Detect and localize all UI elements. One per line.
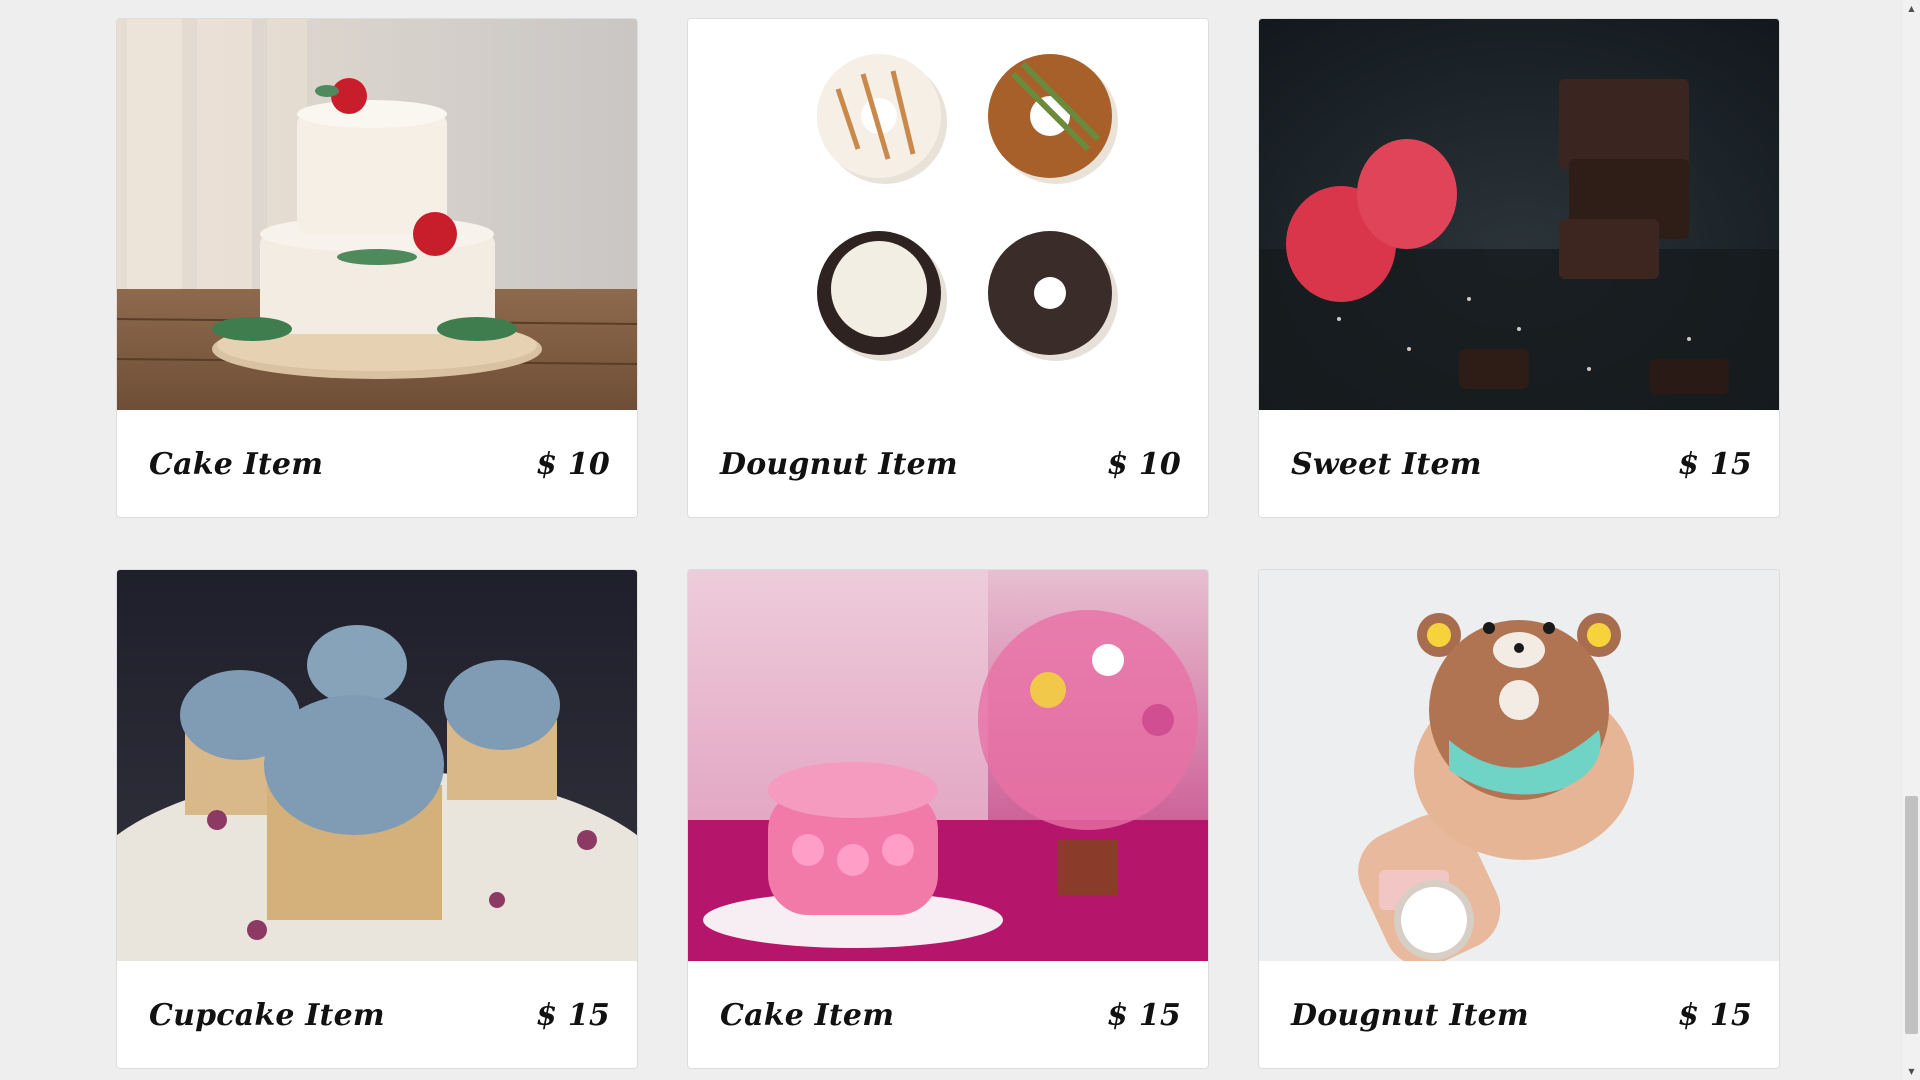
product-price: $ 15 (1107, 997, 1181, 1033)
blue-cupcakes-photo[interactable] (117, 570, 637, 961)
product-card[interactable]: Cake Item $ 10 (116, 18, 638, 518)
tiered-cake-photo[interactable] (117, 19, 637, 410)
product-name: Dougnut Item (720, 446, 958, 482)
product-name: Cake Item (720, 997, 895, 1033)
chocolate-raspberry-photo[interactable] (1259, 19, 1779, 410)
product-caption: Dougnut Item $ 10 (688, 410, 1208, 517)
product-name: Cake Item (149, 446, 324, 482)
product-name: Cupcake Item (149, 997, 385, 1033)
product-price: $ 10 (1107, 446, 1181, 482)
product-caption: Sweet Item $ 15 (1259, 410, 1779, 517)
page: Cake Item $ 10 Dougnut Item $ 10 Sweet I… (0, 0, 1920, 1080)
scrollbar-thumb[interactable] (1905, 796, 1918, 1034)
scroll-up-arrow-icon[interactable]: ▲ (1903, 0, 1920, 17)
product-price: $ 15 (1678, 997, 1752, 1033)
product-card[interactable]: Sweet Item $ 15 (1258, 18, 1780, 518)
product-card[interactable]: Cake Item $ 15 (687, 569, 1209, 1069)
product-price: $ 15 (536, 997, 610, 1033)
product-caption: Cupcake Item $ 15 (117, 961, 637, 1068)
product-caption: Cake Item $ 10 (117, 410, 637, 517)
product-caption: Dougnut Item $ 15 (1259, 961, 1779, 1068)
product-card[interactable]: Dougnut Item $ 15 (1258, 569, 1780, 1069)
vertical-scrollbar[interactable]: ▲ ▼ (1903, 0, 1920, 1080)
product-caption: Cake Item $ 15 (688, 961, 1208, 1068)
product-name: Dougnut Item (1291, 997, 1529, 1033)
pink-rose-cake-photo[interactable] (688, 570, 1208, 961)
four-doughnuts-photo[interactable] (688, 19, 1208, 410)
product-card[interactable]: Cupcake Item $ 15 (116, 569, 638, 1069)
product-grid: Cake Item $ 10 Dougnut Item $ 10 Sweet I… (116, 18, 1780, 1069)
product-price: $ 15 (1678, 446, 1752, 482)
product-card[interactable]: Dougnut Item $ 10 (687, 18, 1209, 518)
bear-doughnut-hand-photo[interactable] (1259, 570, 1779, 961)
product-name: Sweet Item (1291, 446, 1482, 482)
scroll-down-arrow-icon[interactable]: ▼ (1903, 1063, 1920, 1080)
product-price: $ 10 (536, 446, 610, 482)
